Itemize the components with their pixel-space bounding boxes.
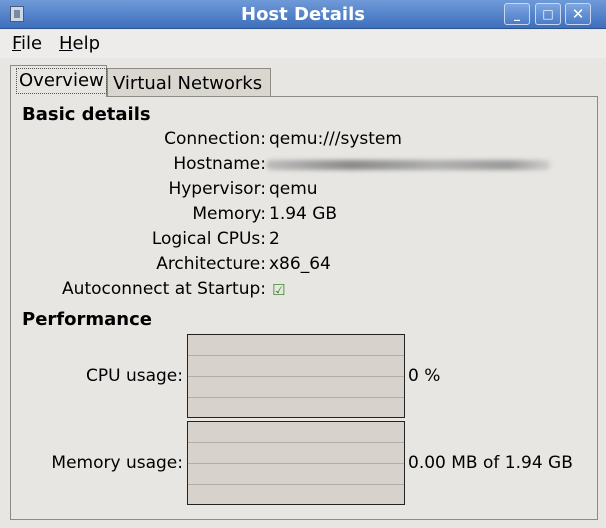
connection-label: Connection: [164,129,266,149]
menu-help[interactable]: Help [59,33,100,54]
menu-file[interactable]: File [12,33,42,54]
graph-gridline [188,442,404,443]
menu-help-label: elp [72,33,101,54]
memory-label: Memory: [192,204,266,224]
cpu-usage-graph [187,334,405,418]
cpu-usage-value: 0 % [408,366,441,386]
tab-overview-label: Overview [16,68,107,94]
menu-bar: File Help [0,30,606,58]
menu-file-mnemonic: F [12,33,22,54]
hostname-value-redacted [266,160,551,170]
tab-virtual-networks[interactable]: Virtual Networks [107,68,271,97]
menu-file-label: ile [21,33,43,54]
autoconnect-checkbox[interactable]: ☑ [272,283,286,298]
hostname-label: Hostname: [173,154,266,174]
logical-cpus-label: Logical CPUs: [151,229,266,249]
memory-usage-graph [187,421,405,505]
architecture-label: Architecture: [156,254,266,274]
minimize-button[interactable]: _ [504,3,530,25]
graph-gridline [188,376,404,377]
hypervisor-label: Hypervisor: [168,179,266,199]
graph-gridline [188,463,404,464]
close-button[interactable]: ✕ [565,3,591,25]
logical-cpus-value: 2 [269,229,280,249]
autoconnect-label: Autoconnect at Startup: [62,279,266,299]
architecture-value: x86_64 [269,254,331,274]
title-bar[interactable]: Host Details _ □ ✕ [0,0,606,29]
graph-gridline [188,484,404,485]
cpu-usage-label: CPU usage: [86,366,183,386]
graph-gridline [188,397,404,398]
basic-details-heading: Basic details [22,104,151,125]
performance-heading: Performance [22,309,152,330]
tab-overview[interactable]: Overview [10,65,107,97]
memory-usage-value: 0.00 MB of 1.94 GB [408,453,573,473]
memory-usage-label: Memory usage: [51,453,183,473]
hypervisor-value: qemu [269,179,318,199]
memory-value: 1.94 GB [269,204,338,224]
menu-help-mnemonic: H [59,33,73,54]
graph-gridline [188,355,404,356]
connection-value: qemu:///system [269,129,402,149]
maximize-button[interactable]: □ [535,3,561,25]
